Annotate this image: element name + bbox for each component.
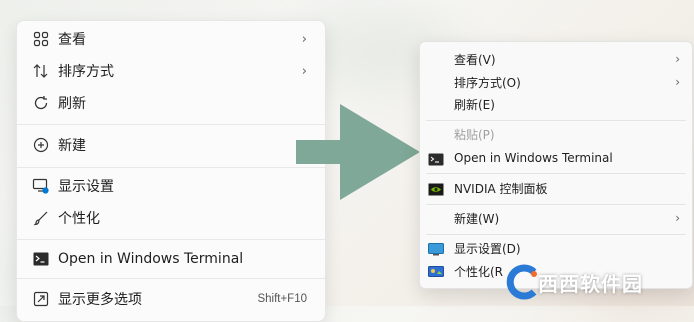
menu-separator (17, 278, 325, 279)
menu-item-label: 查看 (58, 32, 86, 48)
terminal-icon (428, 151, 446, 166)
chevron-right-icon: › (675, 75, 680, 89)
menu-item-label: Open in Windows Terminal (454, 151, 613, 165)
brush-icon (31, 208, 51, 228)
menu-item-label: 排序方式(O) (454, 75, 521, 90)
menu-item-label: 刷新(E) (454, 97, 495, 112)
menu-item-display-settings[interactable]: 显示设置(D) (422, 237, 690, 259)
display-settings-icon (31, 176, 51, 196)
menu-separator (17, 124, 325, 125)
chevron-right-icon: › (675, 52, 680, 66)
context-menu-new: 查看 › 排序方式 › 刷新 新建 › 显示设置 个性化 (16, 20, 326, 322)
nvidia-icon (428, 181, 446, 196)
menu-item-paste: 粘贴(P) (422, 123, 690, 145)
menu-item-label: 查看(V) (454, 52, 496, 67)
personalize-icon (428, 264, 446, 278)
menu-item-label: 显示更多选项 (58, 292, 142, 308)
menu-item-display-settings[interactable]: 显示设置 (21, 171, 321, 201)
chevron-right-icon: › (675, 211, 680, 225)
grid-icon (31, 29, 51, 49)
display-icon (428, 241, 446, 256)
menu-item-label: 显示设置 (58, 179, 114, 195)
chevron-right-icon: › (301, 31, 307, 47)
right-arrow-icon (296, 104, 420, 200)
sort-icon (31, 61, 51, 81)
watermark-logo: 西西软件园 (504, 262, 690, 302)
plus-circle-icon (31, 135, 51, 155)
menu-item-personalize[interactable]: 个性化 (21, 203, 321, 233)
terminal-icon (31, 249, 51, 269)
menu-item-label: Open in Windows Terminal (58, 251, 244, 267)
menu-item-label: 新建 (58, 138, 86, 154)
menu-separator (426, 234, 686, 235)
menu-item-show-more-options[interactable]: 显示更多选项 Shift+F10 (21, 284, 321, 314)
menu-item-new[interactable]: 新建(W) › (422, 207, 690, 229)
menu-separator (426, 204, 686, 205)
chevron-right-icon: › (301, 63, 307, 79)
menu-item-label: 排序方式 (58, 64, 114, 80)
menu-item-label: 刷新 (58, 96, 86, 112)
refresh-icon (31, 93, 51, 113)
menu-item-sort[interactable]: 排序方式(O) › (422, 71, 690, 93)
menu-item-label: 个性化(R (454, 264, 504, 279)
menu-separator (17, 167, 325, 168)
show-more-icon (31, 289, 51, 309)
menu-item-label: 个性化 (58, 211, 100, 227)
menu-item-label: 显示设置(D) (454, 241, 521, 256)
menu-item-nvidia-control-panel[interactable]: NVIDIA 控制面板 (422, 177, 690, 199)
shortcut-text: Shift+F10 (257, 293, 307, 305)
menu-item-label: 粘贴(P) (454, 127, 495, 142)
menu-item-refresh[interactable]: 刷新(E) (422, 93, 690, 115)
menu-item-sort[interactable]: 排序方式 › (21, 56, 321, 86)
menu-item-refresh[interactable]: 刷新 (21, 88, 321, 118)
menu-separator (426, 120, 686, 121)
menu-item-view[interactable]: 查看(V) › (422, 48, 690, 70)
menu-item-new[interactable]: 新建 › (21, 130, 321, 160)
menu-item-open-terminal[interactable]: Open in Windows Terminal (422, 147, 690, 169)
menu-separator (17, 239, 325, 240)
context-menu-classic: 查看(V) › 排序方式(O) › 刷新(E) 粘贴(P) Open in Wi… (419, 41, 693, 289)
menu-item-open-terminal[interactable]: Open in Windows Terminal (21, 244, 321, 274)
menu-item-view[interactable]: 查看 › (21, 24, 321, 54)
menu-separator (426, 173, 686, 174)
watermark-text: 西西软件园 (538, 272, 643, 296)
menu-item-label: NVIDIA 控制面板 (454, 181, 548, 196)
menu-item-label: 新建(W) (454, 211, 500, 226)
